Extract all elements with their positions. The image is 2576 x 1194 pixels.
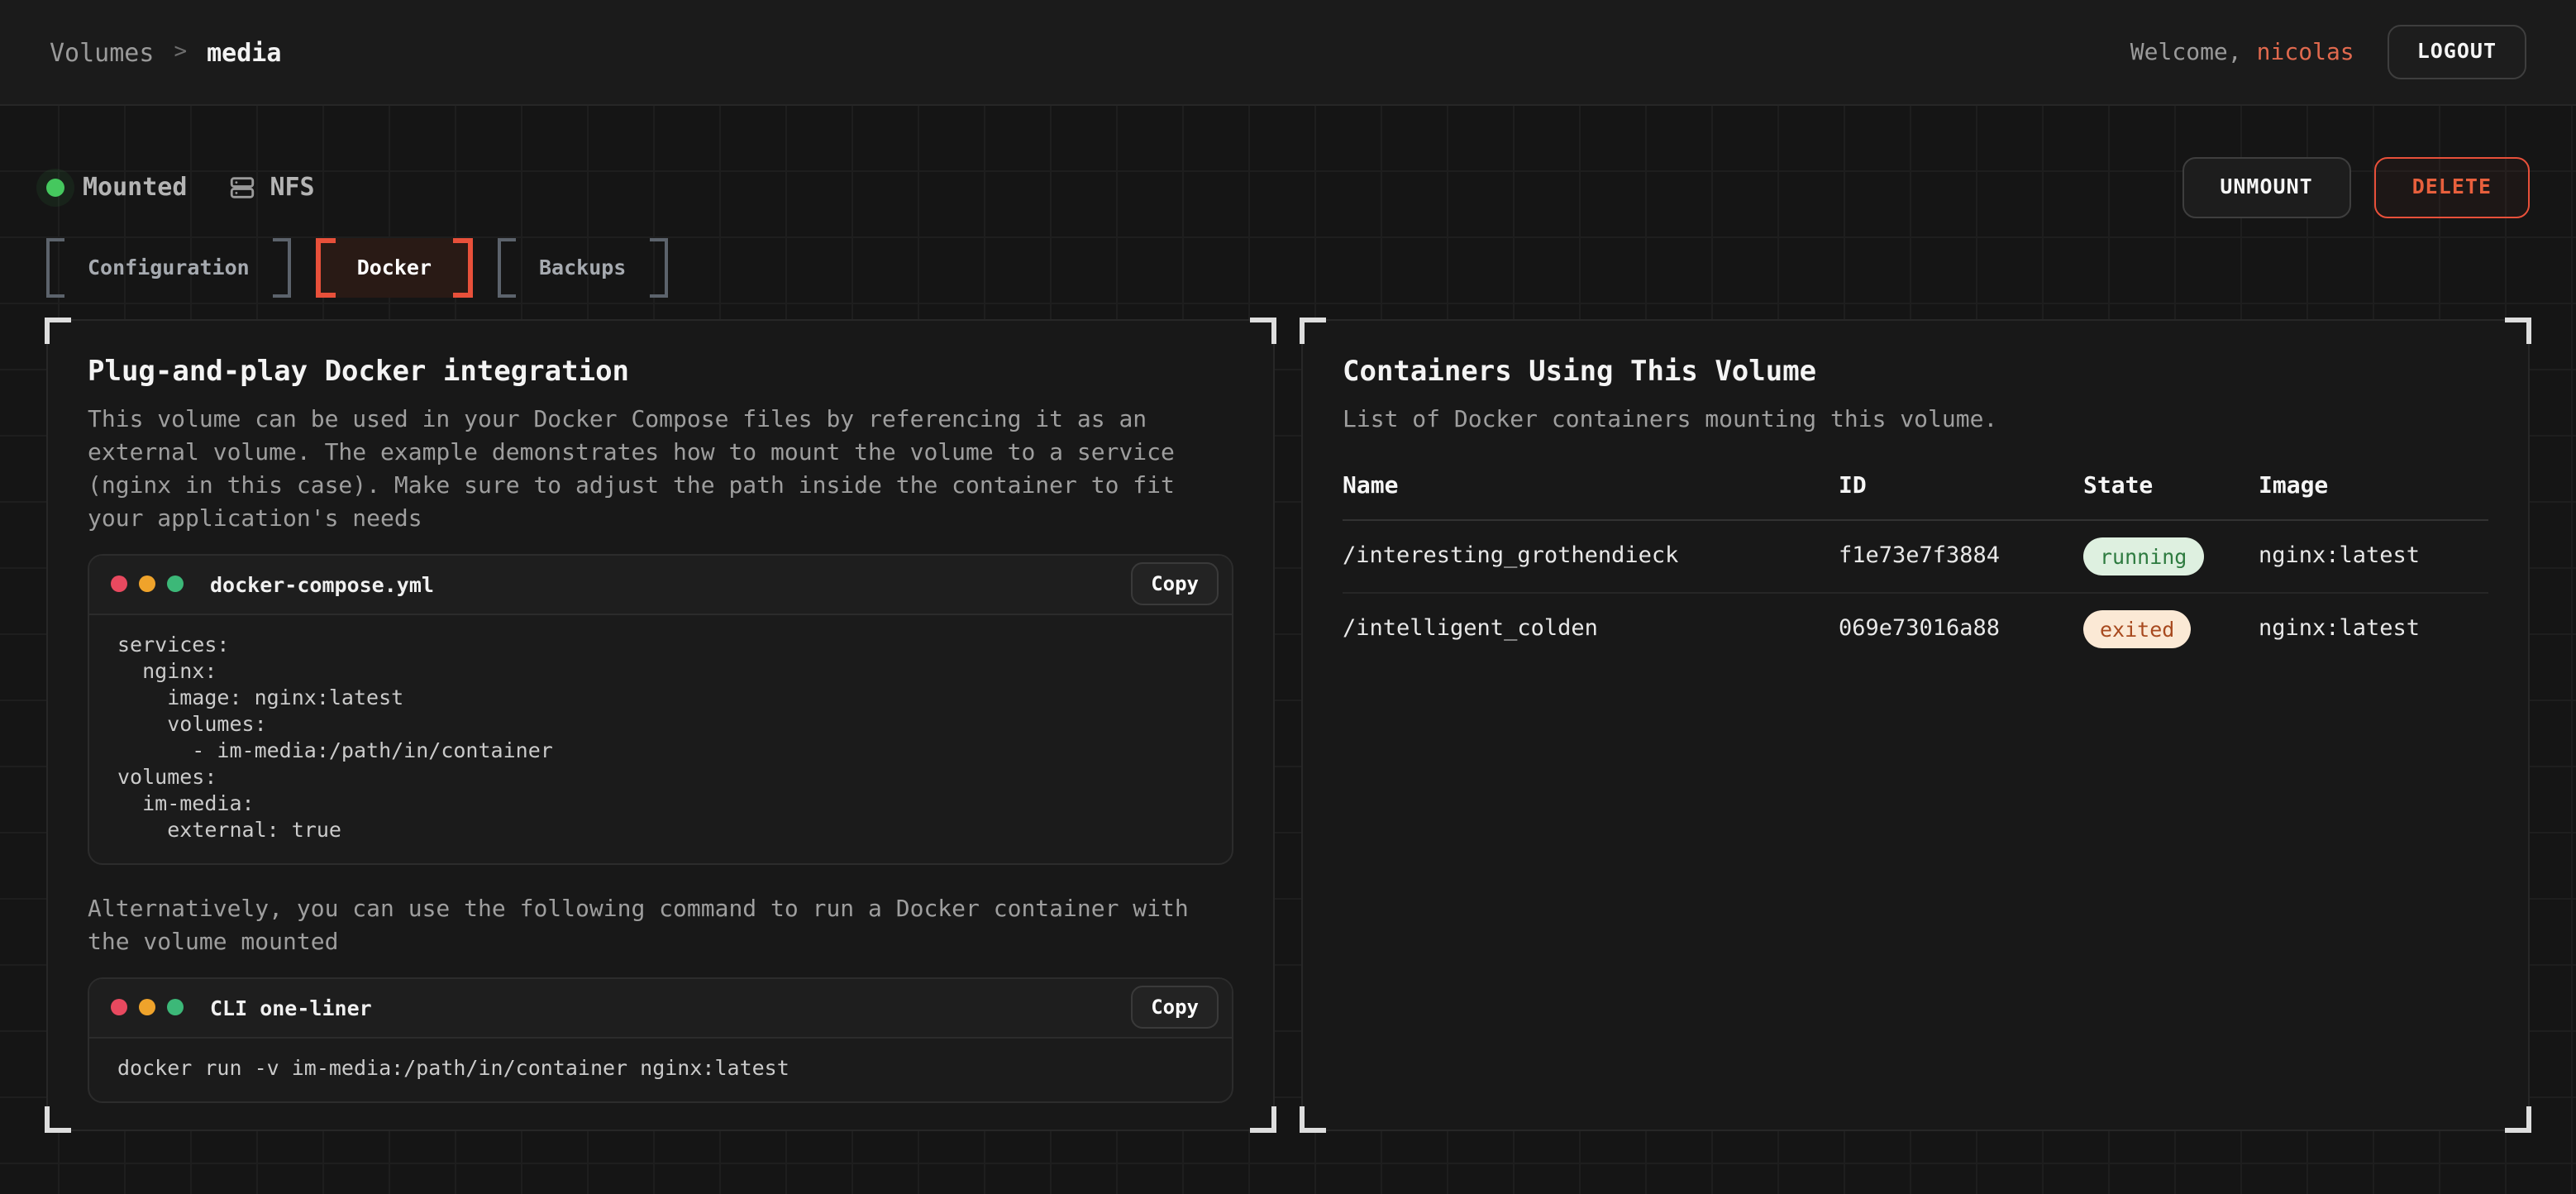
corner-bracket-icon <box>45 1106 71 1132</box>
corner-bracket-icon <box>1300 317 1326 343</box>
container-name: /intelligent_colden <box>1343 615 1839 642</box>
cli-intro-text: Alternatively, you can use the following… <box>88 892 1233 958</box>
compose-filename: docker-compose.yml <box>210 571 434 596</box>
corner-bracket-icon <box>1300 1106 1326 1132</box>
unmount-button[interactable]: UNMOUNT <box>2182 157 2350 217</box>
table-header-row: Name ID State Image <box>1343 446 2488 520</box>
containers-table: Name ID State Image /interesting_grothen… <box>1343 446 2488 664</box>
mounted-status-dot-icon <box>46 179 64 197</box>
corner-bracket-icon <box>1250 1106 1276 1132</box>
logout-button[interactable]: LOGOUT <box>2388 26 2526 79</box>
traffic-green-dot-icon <box>167 999 184 1015</box>
fs-type-label: NFS <box>270 173 314 203</box>
container-id: f1e73e7f3884 <box>1839 542 2083 569</box>
traffic-amber-dot-icon <box>139 999 155 1015</box>
container-state: exited <box>2083 609 2259 647</box>
cli-code-block: CLI one-liner Copy docker run -v im-medi… <box>88 977 1233 1102</box>
corner-bracket-icon <box>2505 1106 2531 1132</box>
container-image: nginx:latest <box>2259 542 2488 569</box>
container-id: 069e73016a88 <box>1839 615 2083 642</box>
traffic-green-dot-icon <box>167 576 184 592</box>
status-badge: exited <box>2083 609 2191 647</box>
copy-compose-button[interactable]: Copy <box>1131 562 1219 606</box>
tab-configuration[interactable]: Configuration <box>46 237 291 297</box>
chevron-right-icon: > <box>174 40 187 64</box>
docker-panel-description: This volume can be used in your Docker C… <box>88 403 1233 535</box>
status-badge: running <box>2083 537 2203 575</box>
traffic-amber-dot-icon <box>139 576 155 592</box>
header-right: Welcome, nicolas LOGOUT <box>2130 26 2526 79</box>
tab-backups[interactable]: Backups <box>498 237 667 297</box>
table-row: /intelligent_colden 069e73016a88 exited … <box>1343 593 2488 664</box>
corner-bracket-icon <box>2505 317 2531 343</box>
copy-cli-button[interactable]: Copy <box>1131 986 1219 1029</box>
top-bar: Volumes > media Welcome, nicolas LOGOUT <box>0 0 2576 106</box>
cli-filename: CLI one-liner <box>210 995 372 1020</box>
container-state: running <box>2083 537 2259 575</box>
breadcrumb-volumes-link[interactable]: Volumes <box>50 37 154 67</box>
server-icon <box>228 174 256 202</box>
cli-code: docker run -v im-media:/path/in/containe… <box>89 1038 1232 1101</box>
column-header-id: ID <box>1839 472 2083 499</box>
tab-bar: Configuration Docker Backups <box>46 237 2530 297</box>
filesystem-type: NFS <box>228 173 314 203</box>
containers-panel-subtitle: List of Docker containers mounting this … <box>1343 403 2488 436</box>
traffic-red-dot-icon <box>111 576 127 592</box>
breadcrumb-current-volume: media <box>207 37 281 67</box>
containers-panel-title: Containers Using This Volume <box>1343 350 2488 393</box>
column-header-name: Name <box>1343 472 1839 499</box>
tab-docker[interactable]: Docker <box>316 237 473 297</box>
traffic-red-dot-icon <box>111 999 127 1015</box>
welcome-prefix: Welcome, <box>2130 39 2242 65</box>
status-row: Mounted NFS UNMOUNT DELETE <box>46 157 2530 217</box>
corner-bracket-icon <box>45 317 71 343</box>
volume-actions: UNMOUNT DELETE <box>2182 157 2530 217</box>
container-name: /interesting_grothendieck <box>1343 542 1839 569</box>
welcome-text: Welcome, nicolas <box>2130 39 2354 65</box>
page: Volumes > media Welcome, nicolas LOGOUT … <box>0 0 2576 1194</box>
docker-panel-title: Plug-and-play Docker integration <box>88 350 1233 393</box>
breadcrumb: Volumes > media <box>50 37 281 67</box>
compose-code-block: docker-compose.yml Copy services: nginx:… <box>88 553 1233 864</box>
container-image: nginx:latest <box>2259 615 2488 642</box>
table-row: /interesting_grothendieck f1e73e7f3884 r… <box>1343 520 2488 593</box>
mount-status-label: Mounted <box>83 173 187 203</box>
column-header-state: State <box>2083 472 2259 499</box>
containers-panel: Containers Using This Volume List of Doc… <box>1301 318 2530 1130</box>
cli-code-header: CLI one-liner Copy <box>89 978 1232 1038</box>
delete-button[interactable]: DELETE <box>2374 157 2530 217</box>
corner-bracket-icon <box>1250 317 1276 343</box>
volume-status: Mounted NFS <box>46 173 315 203</box>
compose-code: services: nginx: image: nginx:latest vol… <box>89 614 1232 862</box>
main-content: Mounted NFS UNMOUNT DELETE <box>0 106 2576 1194</box>
username: nicolas <box>2257 39 2354 65</box>
compose-code-header: docker-compose.yml Copy <box>89 555 1232 614</box>
column-header-image: Image <box>2259 472 2488 499</box>
docker-integration-panel: Plug-and-play Docker integration This vo… <box>46 318 1275 1130</box>
panels: Plug-and-play Docker integration This vo… <box>46 318 2530 1130</box>
